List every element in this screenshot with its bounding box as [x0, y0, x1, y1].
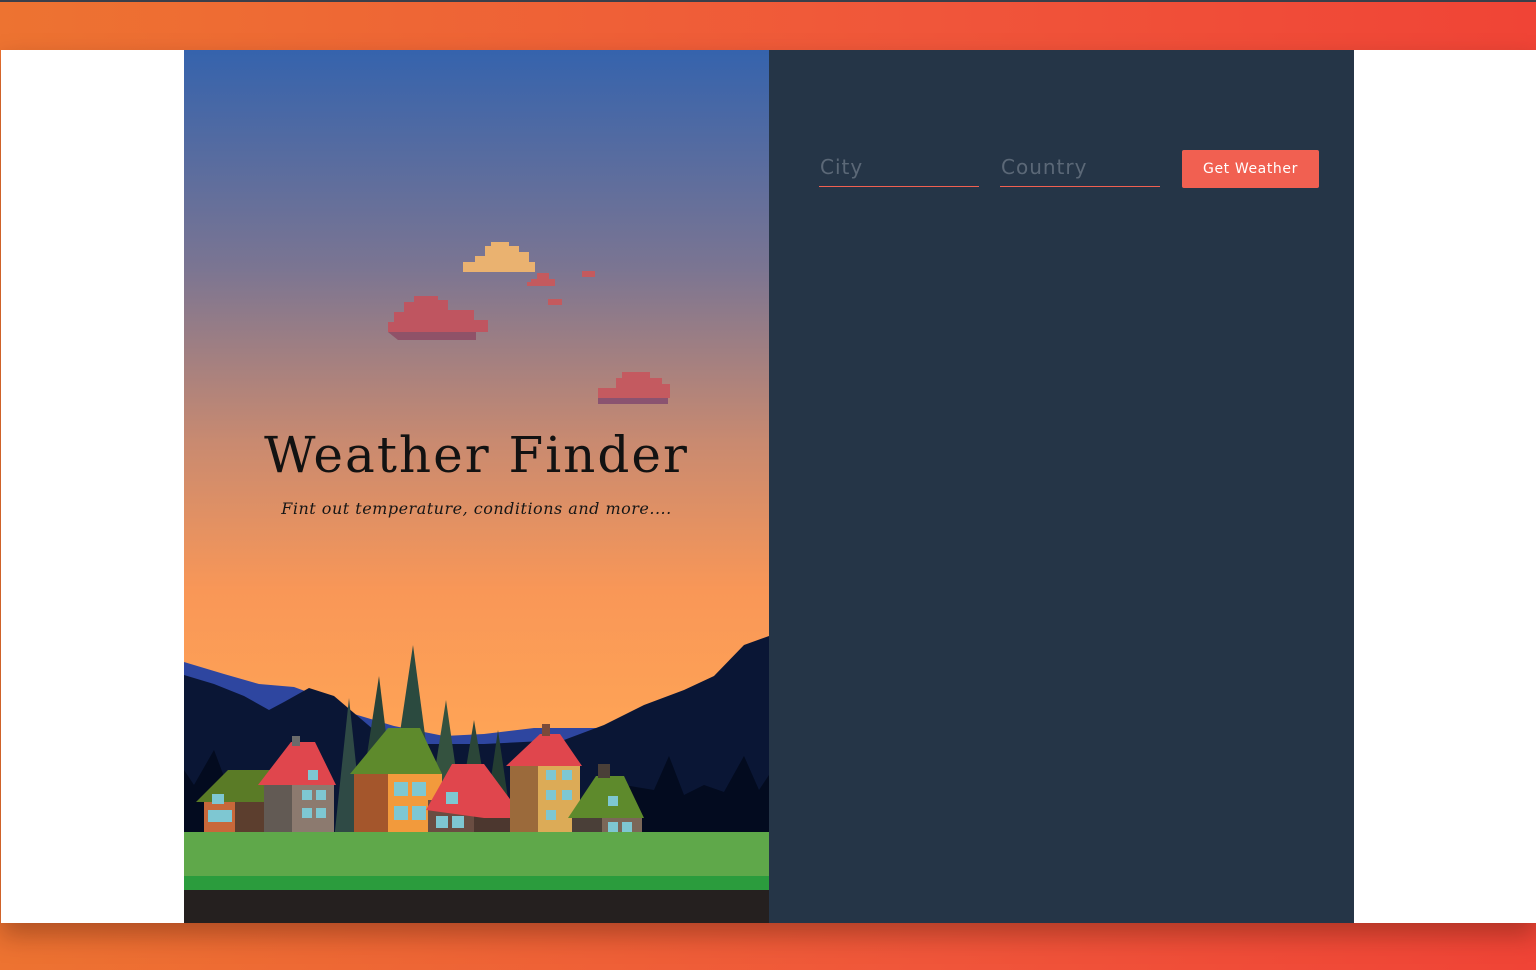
weather-form: Get Weather	[819, 150, 1319, 190]
main-wrapper: Weather Finder Fint out temperature, con…	[1, 50, 1536, 923]
city-input[interactable]	[819, 150, 979, 187]
page-subtitle: Fint out temperature, conditions and mor…	[281, 499, 672, 518]
title-block: Weather Finder Fint out temperature, con…	[184, 426, 769, 519]
grass-ground	[184, 832, 769, 923]
get-weather-button[interactable]: Get Weather	[1182, 150, 1319, 188]
country-input[interactable]	[1000, 150, 1160, 187]
page-title: Weather Finder	[264, 426, 689, 484]
title-panel: Weather Finder Fint out temperature, con…	[184, 50, 769, 923]
app-container: Weather Finder Fint out temperature, con…	[184, 50, 1354, 923]
top-edge-strip	[0, 0, 1536, 2]
form-panel: Get Weather	[769, 50, 1354, 923]
